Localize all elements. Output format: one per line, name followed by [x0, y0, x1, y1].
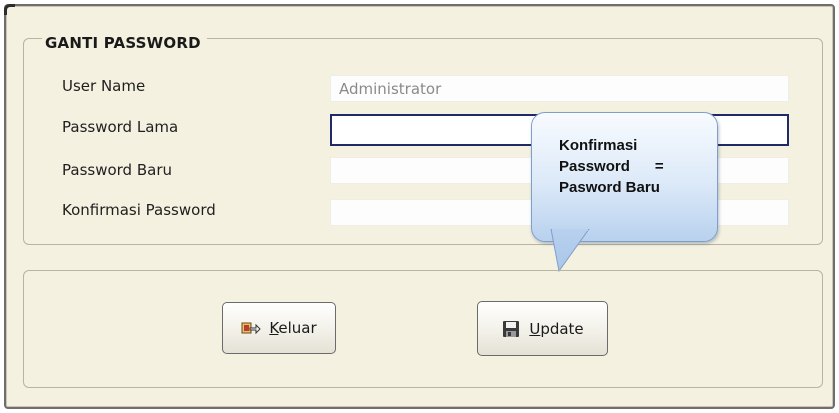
- user-name-field[interactable]: [330, 75, 789, 102]
- groupbox-title: GANTI PASSWORD: [42, 34, 207, 52]
- exit-icon: [241, 318, 262, 338]
- old-password-label: Password Lama: [62, 118, 179, 136]
- update-label: Update: [529, 319, 584, 338]
- keluar-label: Keluar: [269, 319, 317, 337]
- hint-callout: Konfirmasi Password = Pasword Baru: [531, 112, 718, 242]
- user-name-label: User Name: [62, 77, 146, 95]
- floppy-disk-icon: [501, 319, 521, 339]
- button-panel: [23, 270, 823, 388]
- callout-tail: [550, 229, 590, 273]
- new-password-label: Password Baru: [62, 161, 172, 179]
- hint-line-2: Password =: [559, 158, 664, 175]
- hint-line-1: Konfirmasi: [559, 137, 638, 154]
- keluar-button[interactable]: Keluar: [222, 302, 336, 354]
- confirm-password-label: Konfirmasi Password: [62, 201, 216, 219]
- hint-line-3: Pasword Baru: [559, 179, 660, 196]
- hint-callout-text: Konfirmasi Password = Pasword Baru: [559, 135, 717, 198]
- update-button[interactable]: Update: [477, 301, 608, 356]
